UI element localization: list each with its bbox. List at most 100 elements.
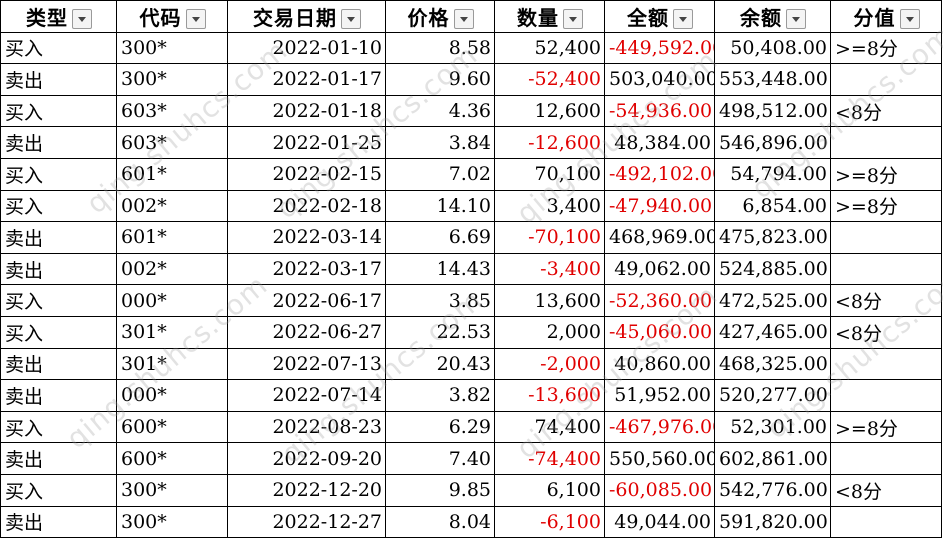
cell-code[interactable]: 002* <box>116 252 228 286</box>
cell-date[interactable]: 2022-07-13 <box>227 347 386 381</box>
cell-date[interactable]: 2022-01-25 <box>227 126 386 159</box>
cell-score[interactable]: >=8分 <box>830 157 942 191</box>
cell-amount[interactable]: -467,976.00 <box>604 410 715 444</box>
cell-amount[interactable]: -449,592.00 <box>604 31 715 65</box>
cell-code[interactable]: 601* <box>116 221 228 254</box>
cell-price[interactable]: 20.43 <box>385 347 495 381</box>
filter-dropdown-icon[interactable] <box>899 9 920 30</box>
cell-score[interactable] <box>830 252 942 286</box>
cell-score[interactable]: >=8分 <box>830 31 942 65</box>
cell-quantity[interactable]: -3,400 <box>494 252 605 286</box>
cell-amount[interactable]: 468,969.00 <box>604 221 715 254</box>
cell-score[interactable] <box>830 379 942 412</box>
cell-price[interactable]: 9.60 <box>385 63 495 96</box>
cell-amount[interactable]: 49,044.00 <box>604 505 715 539</box>
cell-price[interactable]: 6.29 <box>385 410 495 444</box>
cell-quantity[interactable]: 52,400 <box>494 31 605 65</box>
cell-price[interactable]: 14.43 <box>385 252 495 286</box>
cell-amount[interactable]: -45,060.00 <box>604 315 715 349</box>
cell-balance[interactable]: 546,896.00 <box>714 126 831 159</box>
cell-date[interactable]: 2022-02-18 <box>227 189 386 223</box>
cell-date[interactable]: 2022-09-20 <box>227 442 386 475</box>
cell-price[interactable]: 14.10 <box>385 189 495 223</box>
cell-balance[interactable]: 591,820.00 <box>714 505 831 539</box>
cell-balance[interactable]: 542,776.00 <box>714 473 831 507</box>
cell-balance[interactable]: 553,448.00 <box>714 63 831 96</box>
cell-score[interactable] <box>830 347 942 381</box>
cell-code[interactable]: 000* <box>116 379 228 412</box>
cell-date[interactable]: 2022-06-27 <box>227 315 386 349</box>
cell-amount[interactable]: 49,062.00 <box>604 252 715 286</box>
filter-dropdown-icon[interactable] <box>185 9 206 30</box>
cell-date[interactable]: 2022-03-14 <box>227 221 386 254</box>
cell-date[interactable]: 2022-08-23 <box>227 410 386 444</box>
cell-score[interactable] <box>830 505 942 539</box>
cell-score[interactable]: <8分 <box>830 284 942 317</box>
cell-type[interactable]: 卖出 <box>0 252 117 286</box>
cell-type[interactable]: 买入 <box>0 315 117 349</box>
cell-date[interactable]: 2022-12-20 <box>227 473 386 507</box>
cell-score[interactable] <box>830 63 942 96</box>
cell-quantity[interactable]: -70,100 <box>494 221 605 254</box>
cell-price[interactable]: 3.82 <box>385 379 495 412</box>
cell-score[interactable]: >=8分 <box>830 410 942 444</box>
cell-code[interactable]: 603* <box>116 126 228 159</box>
cell-code[interactable]: 603* <box>116 94 228 128</box>
cell-date[interactable]: 2022-03-17 <box>227 252 386 286</box>
cell-score[interactable] <box>830 126 942 159</box>
cell-type[interactable]: 卖出 <box>0 379 117 412</box>
cell-price[interactable]: 6.69 <box>385 221 495 254</box>
cell-type[interactable]: 卖出 <box>0 221 117 254</box>
cell-price[interactable]: 7.02 <box>385 157 495 191</box>
cell-price[interactable]: 3.85 <box>385 284 495 317</box>
cell-balance[interactable]: 54,794.00 <box>714 157 831 191</box>
cell-amount[interactable]: -52,360.00 <box>604 284 715 317</box>
cell-quantity[interactable]: 70,100 <box>494 157 605 191</box>
cell-type[interactable]: 卖出 <box>0 505 117 539</box>
cell-type[interactable]: 买入 <box>0 410 117 444</box>
cell-code[interactable]: 600* <box>116 442 228 475</box>
cell-type[interactable]: 买入 <box>0 94 117 128</box>
cell-type[interactable]: 卖出 <box>0 63 117 96</box>
cell-amount[interactable]: -54,936.00 <box>604 94 715 128</box>
cell-amount[interactable]: 40,860.00 <box>604 347 715 381</box>
cell-quantity[interactable]: -12,600 <box>494 126 605 159</box>
cell-date[interactable]: 2022-12-27 <box>227 505 386 539</box>
cell-amount[interactable]: 503,040.00 <box>604 63 715 96</box>
cell-amount[interactable]: 48,384.00 <box>604 126 715 159</box>
cell-type[interactable]: 买入 <box>0 189 117 223</box>
cell-code[interactable]: 300* <box>116 63 228 96</box>
cell-balance[interactable]: 520,277.00 <box>714 379 831 412</box>
cell-quantity[interactable]: 3,400 <box>494 189 605 223</box>
cell-quantity[interactable]: -52,400 <box>494 63 605 96</box>
filter-dropdown-icon[interactable] <box>786 9 806 30</box>
cell-price[interactable]: 22.53 <box>385 315 495 349</box>
cell-date[interactable]: 2022-01-10 <box>227 31 386 65</box>
cell-quantity[interactable]: 6,100 <box>494 473 605 507</box>
cell-type[interactable]: 买入 <box>0 284 117 317</box>
cell-score[interactable] <box>830 221 942 254</box>
cell-date[interactable]: 2022-01-17 <box>227 63 386 96</box>
cell-balance[interactable]: 52,301.00 <box>714 410 831 444</box>
cell-type[interactable]: 买入 <box>0 157 117 191</box>
cell-balance[interactable]: 498,512.00 <box>714 94 831 128</box>
cell-price[interactable]: 4.36 <box>385 94 495 128</box>
cell-code[interactable]: 301* <box>116 315 228 349</box>
cell-code[interactable]: 301* <box>116 347 228 381</box>
filter-dropdown-icon[interactable] <box>72 9 92 30</box>
cell-quantity[interactable]: -13,600 <box>494 379 605 412</box>
cell-date[interactable]: 2022-07-14 <box>227 379 386 412</box>
cell-quantity[interactable]: 12,600 <box>494 94 605 128</box>
cell-score[interactable]: <8分 <box>830 315 942 349</box>
cell-price[interactable]: 8.04 <box>385 505 495 539</box>
cell-code[interactable]: 300* <box>116 473 228 507</box>
cell-amount[interactable]: 550,560.00 <box>604 442 715 475</box>
filter-dropdown-icon[interactable] <box>341 9 361 30</box>
cell-code[interactable]: 601* <box>116 157 228 191</box>
cell-quantity[interactable]: 74,400 <box>494 410 605 444</box>
cell-amount[interactable]: 51,952.00 <box>604 379 715 412</box>
cell-balance[interactable]: 6,854.00 <box>714 189 831 223</box>
cell-type[interactable]: 卖出 <box>0 126 117 159</box>
cell-quantity[interactable]: -6,100 <box>494 505 605 539</box>
cell-balance[interactable]: 427,465.00 <box>714 315 831 349</box>
